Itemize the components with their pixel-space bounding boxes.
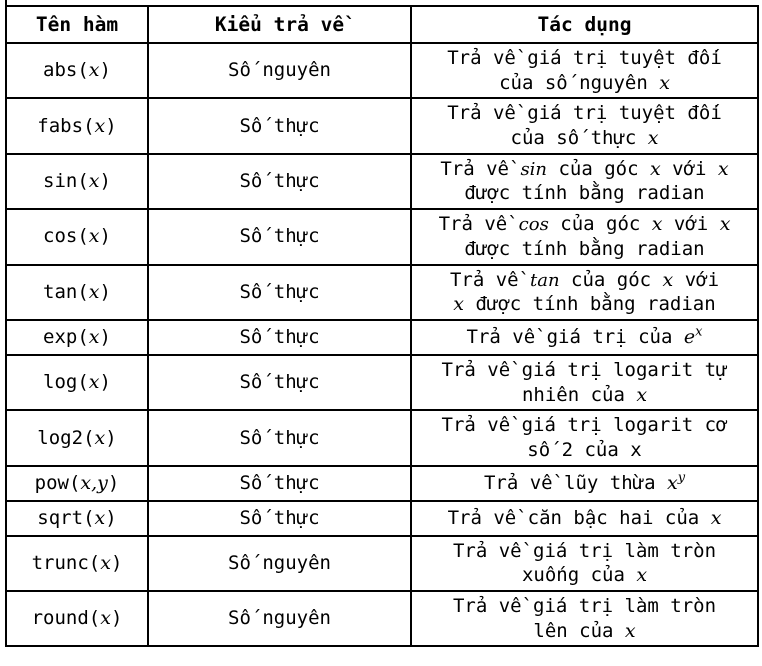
cell-function-name: round(x): [5, 589, 149, 648]
cell-return-type: Số thực: [147, 499, 412, 537]
cell-function-name: tan(x): [5, 263, 149, 321]
cell-function-name: exp(x): [5, 318, 149, 356]
cell-function-name: sqrt(x): [5, 499, 149, 537]
cell-return-type: Số thực: [147, 208, 412, 266]
cell-function-name: log2(x): [5, 409, 149, 467]
table-row: sqrt(x) Số thực Trả về căn bậc hai của x: [5, 499, 759, 537]
cell-function-name: log(x): [5, 353, 149, 412]
cell-effect: Trả về tan của góc x với x được tính bằng…: [410, 263, 759, 321]
cell-effect: Trả về lũy thừa xy: [410, 464, 759, 502]
cell-return-type: Số thực: [147, 152, 412, 211]
table-row: pow(x,y) Số thực Trả về lũy thừa xy: [5, 464, 759, 502]
cell-function-name: cos(x): [5, 208, 149, 266]
cell-return-type: Số thực: [147, 409, 412, 467]
cell-return-type: Số thực: [147, 318, 412, 356]
effect-text: Trả về giá trị logarit cơ số 2 của x: [441, 414, 728, 461]
function-signature: exp(x): [43, 326, 111, 349]
table-row: round(x) Số nguyên Trả về giá trị làm tr…: [5, 589, 759, 648]
effect-text: Trả về giá trị làm tròn xuống của x: [452, 539, 717, 587]
cell-function-name: sin(x): [5, 152, 149, 211]
table-header-row: Tên hàm Kiểu trả về Tác dụng: [5, 5, 759, 44]
column-header-effect: Tác dụng: [410, 5, 759, 44]
table-row: log(x) Số thực Trả về giá trị logarit tự…: [5, 353, 759, 412]
effect-text: Trả về tan của góc x với x được tính bằng…: [449, 268, 720, 316]
table-body: abs(x) Số nguyên Trả về giá trị tuyệt đố…: [5, 41, 759, 648]
effect-text: Trả về lũy thừa xy: [483, 470, 686, 494]
function-signature: abs(x): [43, 59, 111, 82]
column-header-function-name: Tên hàm: [5, 5, 149, 44]
cell-return-type: Số thực: [147, 353, 412, 412]
cell-return-type: Số nguyên: [147, 41, 412, 100]
function-signature: sin(x): [43, 170, 111, 193]
cell-effect: Trả về giá trị logarit cơ số 2 của x: [410, 409, 759, 467]
cell-effect: Trả về giá trị làm tròn xuống của x: [410, 534, 759, 593]
function-signature: log2(x): [37, 426, 117, 449]
cell-effect: Trả về cos của góc x với x được tính bằng…: [410, 208, 759, 266]
function-signature: round(x): [31, 607, 123, 630]
cell-effect: Trả về giá trị logarit tự nhiên của x: [410, 353, 759, 412]
cell-effect: Trả về căn bậc hai của x: [410, 499, 759, 537]
math-functions-table-container: Tên hàm Kiểu trả về Tác dụng abs(x) Số n…: [5, 5, 759, 648]
table-row: trunc(x) Số nguyên Trả về giá trị làm tr…: [5, 534, 759, 593]
cell-return-type: Số nguyên: [147, 534, 412, 593]
table-row: fabs(x) Số thực Trả về giá trị tuyệt đối…: [5, 97, 759, 155]
effect-text: Trả về giá trị tuyệt đối của số nguyên x: [447, 47, 722, 94]
cell-function-name: fabs(x): [5, 97, 149, 155]
cell-return-type: Số thực: [147, 464, 412, 502]
math-functions-table: Tên hàm Kiểu trả về Tác dụng abs(x) Số n…: [5, 5, 759, 648]
effect-text: Trả về giá trị tuyệt đối của số thực x: [447, 102, 722, 150]
function-signature: cos(x): [43, 225, 111, 248]
cell-return-type: Số thực: [147, 263, 412, 321]
table-row: log2(x) Số thực Trả về giá trị logarit c…: [5, 409, 759, 467]
function-signature: pow(x,y): [34, 471, 120, 494]
cell-function-name: pow(x,y): [5, 464, 149, 502]
function-signature: fabs(x): [37, 114, 117, 137]
effect-text: Trả về cos của góc x với x được tính bằng…: [438, 213, 731, 260]
cell-function-name: trunc(x): [5, 534, 149, 593]
effect-text: Trả về căn bậc hai của x: [447, 506, 722, 529]
cell-effect: Trả về giá trị tuyệt đối của số thực x: [410, 97, 759, 155]
table-row: cos(x) Số thực Trả về cos của góc x với …: [5, 208, 759, 266]
table-row: sin(x) Số thực Trả về sin của góc x với …: [5, 152, 759, 211]
effect-text: Trả về sin của góc x với x được tính bằng…: [440, 157, 729, 205]
function-signature: tan(x): [43, 280, 111, 303]
function-signature: sqrt(x): [37, 506, 117, 529]
cell-return-type: Số thực: [147, 97, 412, 155]
table-row: abs(x) Số nguyên Trả về giá trị tuyệt đố…: [5, 41, 759, 100]
table-row: exp(x) Số thực Trả về giá trị của ex: [5, 318, 759, 356]
cell-effect: Trả về giá trị làm tròn lên của x: [410, 589, 759, 648]
effect-text: Trả về giá trị làm tròn lên của x: [452, 595, 717, 642]
cell-effect: Trả về sin của góc x với x được tính bằng…: [410, 152, 759, 211]
column-header-return-type: Kiểu trả về: [147, 5, 412, 44]
table-header: Tên hàm Kiểu trả về Tác dụng: [5, 5, 759, 44]
cell-function-name: abs(x): [5, 41, 149, 100]
cell-return-type: Số nguyên: [147, 589, 412, 648]
table-row: tan(x) Số thực Trả về tan của góc x với x…: [5, 263, 759, 321]
effect-text: Trả về giá trị logarit tự nhiên của x: [441, 358, 728, 406]
function-signature: trunc(x): [31, 551, 123, 574]
effect-text: Trả về giá trị của ex: [466, 324, 703, 349]
function-signature: log(x): [43, 371, 111, 394]
cell-effect: Trả về giá trị của ex: [410, 318, 759, 356]
cell-effect: Trả về giá trị tuyệt đối của số nguyên x: [410, 41, 759, 100]
